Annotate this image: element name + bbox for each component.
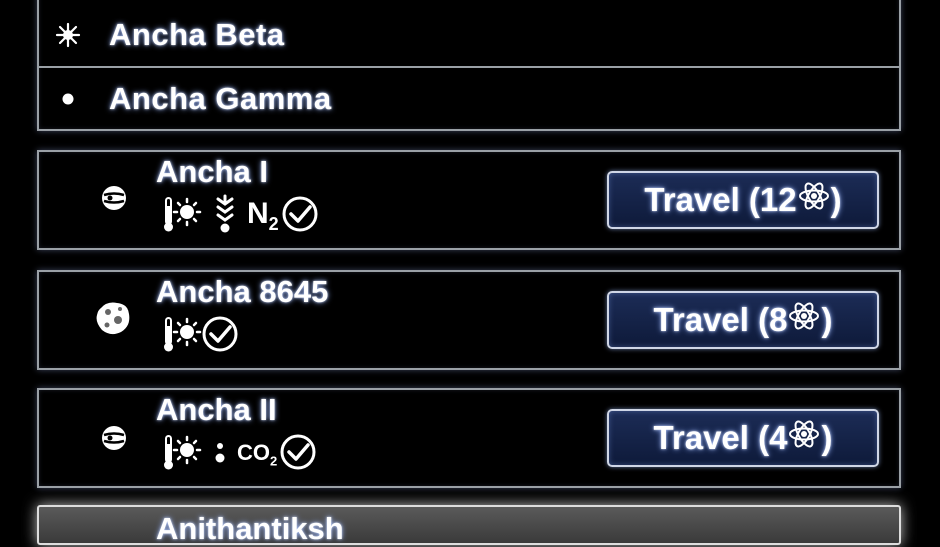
nitrogen-atmosphere-label: N2 (247, 197, 279, 234)
atom-energy-icon (798, 180, 830, 220)
check-icon (201, 315, 239, 358)
star-row-ancha-beta[interactable]: Ancha Beta (39, 4, 899, 66)
travel-button[interactable]: Travel (8 ) (607, 291, 879, 349)
star-list-panel: Ancha Beta Ancha Gamma (37, 0, 901, 131)
check-icon (279, 433, 317, 476)
gas-giant-icon (213, 194, 237, 239)
planet-properties: CO2 (163, 434, 317, 474)
gas-planet-icon (94, 178, 134, 218)
gas-planet-icon (94, 418, 134, 458)
planet-name: Anithantiksh (156, 511, 344, 546)
star-name: Ancha Gamma (109, 81, 332, 116)
check-icon (281, 195, 319, 238)
hot-temperature-icon (163, 194, 203, 239)
travel-label: Travel (4 (653, 419, 788, 456)
travel-button[interactable]: Travel (12 ) (607, 171, 879, 229)
planet-name: Ancha 8645 (156, 274, 329, 309)
atom-energy-icon (788, 300, 820, 340)
planet-row-ancha-8645[interactable]: Ancha 8645 Travel (8) (37, 270, 901, 370)
travel-suffix: ) (821, 419, 833, 456)
planet-properties: N2 (163, 194, 319, 239)
planet-name: Ancha I (156, 154, 268, 189)
carbon-dioxide-atmosphere-label: CO2 (237, 439, 278, 469)
planet-name: Ancha II (156, 392, 277, 427)
travel-suffix: ) (830, 181, 842, 218)
hot-temperature-icon (163, 432, 203, 477)
planet-row-ancha-ii[interactable]: Ancha II CO2 Travel (4) (37, 388, 901, 488)
small-star-icon (54, 85, 82, 113)
star-name: Ancha Beta (109, 17, 285, 52)
travel-label: Travel (8 (653, 301, 788, 338)
planet-row-selected[interactable]: Anithantiksh (37, 505, 901, 546)
dot-icon (213, 437, 227, 472)
atom-energy-icon (788, 418, 820, 458)
star-burst-icon (54, 21, 82, 49)
hot-temperature-icon (163, 314, 203, 359)
travel-suffix: ) (821, 301, 833, 338)
planet-properties (163, 316, 239, 356)
asteroid-icon (93, 298, 133, 338)
star-row-ancha-gamma[interactable]: Ancha Gamma (39, 68, 899, 130)
travel-label: Travel (12 (644, 181, 797, 218)
planet-row-ancha-i[interactable]: Ancha I N2 Travel (12) (37, 150, 901, 250)
travel-button[interactable]: Travel (4 ) (607, 409, 879, 467)
